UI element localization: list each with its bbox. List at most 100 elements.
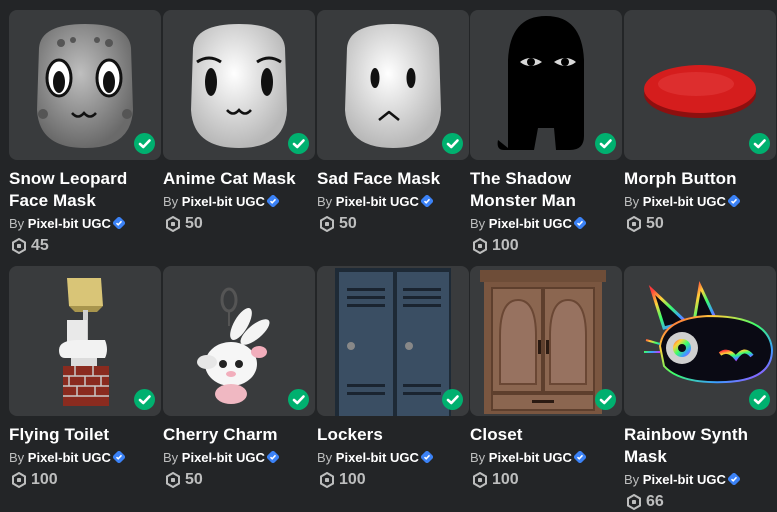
owned-check-icon [595, 389, 616, 410]
item-card[interactable]: Morph Button By Pixel-bit UGC 50 [624, 10, 776, 234]
by-label: By [163, 450, 179, 465]
creator-link[interactable]: Pixel-bit UGC [643, 194, 726, 209]
price-value: 100 [492, 471, 519, 488]
by-label: By [163, 194, 179, 209]
item-name[interactable]: Flying Toilet [9, 424, 161, 446]
creator-link[interactable]: Pixel-bit UGC [643, 472, 726, 487]
item-card[interactable]: Rainbow Synth Mask By Pixel-bit UGC 66 [624, 266, 776, 512]
verified-badge-icon [266, 195, 279, 207]
price-value: 100 [339, 471, 366, 488]
item-name[interactable]: Morph Button [624, 168, 776, 190]
item-thumbnail[interactable] [163, 10, 315, 160]
verified-badge-icon [112, 451, 125, 463]
price-value: 45 [31, 237, 49, 254]
item-thumbnail[interactable] [624, 266, 776, 416]
item-price: 100 [470, 470, 622, 490]
by-label: By [624, 472, 640, 487]
item-name[interactable]: Sad Face Mask [317, 168, 469, 190]
robux-icon [320, 216, 334, 232]
price-value: 100 [492, 237, 519, 254]
price-value: 66 [646, 493, 664, 510]
robux-icon [473, 238, 487, 254]
robux-icon [627, 494, 641, 510]
creator-link[interactable]: Pixel-bit UGC [28, 450, 111, 465]
item-name[interactable]: The Shadow Monster Man [470, 168, 622, 212]
owned-check-icon [595, 133, 616, 154]
item-thumbnail[interactable] [624, 10, 776, 160]
item-card[interactable]: Closet By Pixel-bit UGC 100 [470, 266, 622, 490]
price-value: 100 [31, 471, 58, 488]
owned-check-icon [749, 133, 770, 154]
creator-link[interactable]: Pixel-bit UGC [28, 216, 111, 231]
item-card[interactable]: Cherry Charm By Pixel-bit UGC 50 [163, 266, 315, 490]
by-label: By [317, 450, 333, 465]
owned-check-icon [288, 133, 309, 154]
robux-icon [12, 238, 26, 254]
by-label: By [9, 450, 25, 465]
item-creator: By Pixel-bit UGC [624, 472, 776, 488]
verified-badge-icon [266, 451, 279, 463]
item-price: 50 [624, 214, 776, 234]
item-thumbnail[interactable] [9, 10, 161, 160]
item-creator: By Pixel-bit UGC [470, 450, 622, 466]
item-creator: By Pixel-bit UGC [317, 194, 469, 210]
by-label: By [9, 216, 25, 231]
verified-badge-icon [727, 195, 740, 207]
robux-icon [166, 216, 180, 232]
by-label: By [470, 216, 486, 231]
owned-check-icon [134, 389, 155, 410]
item-thumbnail[interactable] [9, 266, 161, 416]
creator-link[interactable]: Pixel-bit UGC [336, 194, 419, 209]
owned-check-icon [288, 389, 309, 410]
item-price: 50 [163, 214, 315, 234]
item-card[interactable]: The Shadow Monster Man By Pixel-bit UGC … [470, 10, 622, 256]
item-name[interactable]: Cherry Charm [163, 424, 315, 446]
item-price: 66 [624, 492, 776, 512]
item-creator: By Pixel-bit UGC [317, 450, 469, 466]
creator-link[interactable]: Pixel-bit UGC [182, 450, 265, 465]
item-card[interactable]: Sad Face Mask By Pixel-bit UGC 50 [317, 10, 469, 234]
item-price: 50 [317, 214, 469, 234]
item-thumbnail[interactable] [317, 10, 469, 160]
item-price: 100 [317, 470, 469, 490]
item-name[interactable]: Lockers [317, 424, 469, 446]
verified-badge-icon [112, 217, 125, 229]
robux-icon [473, 472, 487, 488]
price-value: 50 [646, 215, 664, 232]
item-name[interactable]: Rainbow Synth Mask [624, 424, 776, 468]
price-value: 50 [339, 215, 357, 232]
robux-icon [12, 472, 26, 488]
item-thumbnail[interactable] [317, 266, 469, 416]
verified-badge-icon [420, 195, 433, 207]
item-creator: By Pixel-bit UGC [9, 450, 161, 466]
item-thumbnail[interactable] [470, 10, 622, 160]
item-creator: By Pixel-bit UGC [163, 194, 315, 210]
item-thumbnail[interactable] [470, 266, 622, 416]
item-creator: By Pixel-bit UGC [624, 194, 776, 210]
by-label: By [317, 194, 333, 209]
item-price: 45 [9, 236, 161, 256]
creator-link[interactable]: Pixel-bit UGC [336, 450, 419, 465]
item-price: 100 [470, 236, 622, 256]
item-creator: By Pixel-bit UGC [163, 450, 315, 466]
item-name[interactable]: Closet [470, 424, 622, 446]
item-name[interactable]: Snow Leopard Face Mask [9, 168, 161, 212]
creator-link[interactable]: Pixel-bit UGC [489, 450, 572, 465]
robux-icon [627, 216, 641, 232]
item-creator: By Pixel-bit UGC [9, 216, 161, 232]
creator-link[interactable]: Pixel-bit UGC [182, 194, 265, 209]
owned-check-icon [442, 389, 463, 410]
item-card[interactable]: Lockers By Pixel-bit UGC 100 [317, 266, 469, 490]
item-card[interactable]: Flying Toilet By Pixel-bit UGC 100 [9, 266, 161, 490]
item-card[interactable]: Anime Cat Mask By Pixel-bit UGC 50 [163, 10, 315, 234]
verified-badge-icon [573, 217, 586, 229]
item-price: 50 [163, 470, 315, 490]
by-label: By [470, 450, 486, 465]
price-value: 50 [185, 215, 203, 232]
robux-icon [166, 472, 180, 488]
item-thumbnail[interactable] [163, 266, 315, 416]
owned-check-icon [749, 389, 770, 410]
item-card[interactable]: Snow Leopard Face Mask By Pixel-bit UGC … [9, 10, 161, 256]
item-name[interactable]: Anime Cat Mask [163, 168, 315, 190]
creator-link[interactable]: Pixel-bit UGC [489, 216, 572, 231]
